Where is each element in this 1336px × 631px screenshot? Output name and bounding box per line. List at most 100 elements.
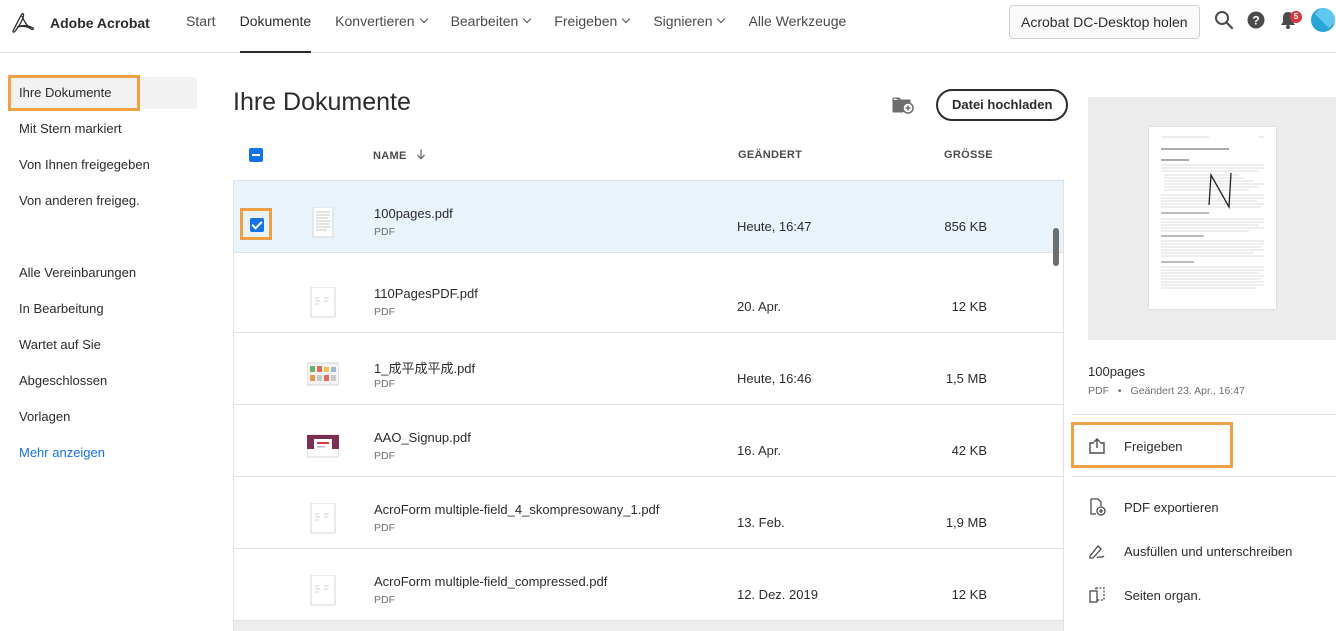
brand[interactable]: Adobe Acrobat <box>10 11 150 35</box>
scrollbar-thumb[interactable] <box>1053 228 1059 266</box>
sidebar-item-ihre-dokumente[interactable]: Ihre Dokumente <box>8 77 197 109</box>
sidebar-item-abgeschlossen[interactable]: Abgeschlossen <box>8 365 197 397</box>
nav-konvertieren[interactable]: Konvertieren <box>335 0 428 53</box>
preview-modified-label: Geändert <box>1130 385 1175 397</box>
nav-alle-werkzeuge[interactable]: Alle Werkzeuge <box>748 0 846 53</box>
file-size: 42 KB <box>951 443 987 458</box>
document-preview <box>1088 97 1336 340</box>
file-type: PDF <box>374 226 395 238</box>
file-size: 856 KB <box>944 219 987 234</box>
notification-badge: 5 <box>1290 11 1302 23</box>
pdf-thumbnail <box>310 503 336 534</box>
table-row[interactable]: AcroForm multiple-field_4_skompresowany_… <box>234 477 1063 549</box>
app-name: Adobe Acrobat <box>50 15 150 31</box>
documents-table: 100pages.pdf PDF Heute, 16:47 856 KB 110… <box>233 180 1064 631</box>
sidebar-item-wartet-auf-sie[interactable]: Wartet auf Sie <box>8 329 197 361</box>
action-organize-pages[interactable]: Seiten organ. <box>1088 583 1201 607</box>
file-size: 12 KB <box>951 587 987 602</box>
nav-label: Freigeben <box>554 13 618 29</box>
sidebar-item-in-bearbeitung[interactable]: In Bearbeitung <box>8 293 197 325</box>
preview-file-meta: PDF • Geändert 23. Apr., 16:47 <box>1088 385 1245 397</box>
row-checkbox[interactable] <box>250 218 264 232</box>
preview-page <box>1149 127 1276 309</box>
column-header-size[interactable]: GRÖSSE <box>944 149 993 161</box>
sidebar-item-mit-stern[interactable]: Mit Stern markiert <box>8 113 197 145</box>
sidebar-item-alle-vereinbarungen[interactable]: Alle Vereinbarungen <box>8 257 197 289</box>
table-row[interactable]: 110PagesPDF.pdf PDF 20. Apr. 12 KB <box>234 261 1063 333</box>
action-export-pdf[interactable]: PDF exportieren <box>1088 495 1219 519</box>
file-name[interactable]: AcroForm multiple-field_compressed.pdf <box>374 574 607 589</box>
get-desktop-button[interactable]: Acrobat DC-Desktop holen <box>1009 5 1200 39</box>
file-modified: Heute, 16:47 <box>737 219 812 234</box>
file-type: PDF <box>374 306 395 318</box>
sidebar: Ihre Dokumente Mit Stern markiert Von Ih… <box>0 53 210 631</box>
sidebar-item-vorlagen[interactable]: Vorlagen <box>8 401 197 433</box>
page-title: Ihre Dokumente <box>233 88 411 116</box>
nav-freigeben[interactable]: Freigeben <box>554 0 631 53</box>
file-size: 1,9 MB <box>945 515 987 530</box>
nav-label: Bearbeiten <box>450 13 519 29</box>
nav-dokumente[interactable]: Dokumente <box>239 0 312 53</box>
organize-pages-icon <box>1089 587 1105 603</box>
avatar[interactable] <box>1311 8 1335 32</box>
nav-label: Dokumente <box>239 13 312 29</box>
file-type: PDF <box>374 594 395 606</box>
nav-bearbeiten[interactable]: Bearbeiten <box>450 0 532 53</box>
action-fill-sign[interactable]: Ausfüllen und unterschreiben <box>1088 539 1292 563</box>
file-modified: 16. Apr. <box>737 443 782 458</box>
nav-label: Signieren <box>653 13 713 29</box>
sort-arrow-icon <box>416 149 425 160</box>
file-modified: Heute, 16:46 <box>737 371 812 386</box>
top-bar: Adobe Acrobat Start Dokumente Konvertier… <box>0 0 1336 53</box>
file-size: 1,5 MB <box>945 371 987 386</box>
table-row[interactable]: AcroForm multiple-field_compressed.pdf P… <box>234 549 1063 621</box>
select-all-checkbox[interactable] <box>249 148 263 162</box>
action-share[interactable]: Freigeben <box>1088 434 1183 458</box>
action-label: Freigeben <box>1124 438 1183 454</box>
new-folder-icon[interactable] <box>892 95 914 114</box>
action-label: Ausfüllen und unterschreiben <box>1124 543 1293 559</box>
pdf-thumbnail <box>312 207 334 238</box>
export-pdf-icon <box>1090 498 1106 516</box>
column-header-label: NAME <box>373 150 407 162</box>
nav-signieren[interactable]: Signieren <box>653 0 726 53</box>
acrobat-logo-icon <box>12 12 35 33</box>
file-modified: 13. Feb. <box>737 515 785 530</box>
sidebar-item-von-anderen-freigegeben[interactable]: Von anderen freigeg. <box>8 185 197 217</box>
action-label: Seiten organ. <box>1124 587 1202 603</box>
chevron-down-icon <box>622 14 631 24</box>
pdf-thumbnail <box>310 575 336 606</box>
column-header-name[interactable]: NAME <box>373 149 426 162</box>
column-header-modified[interactable]: GEÄNDERT <box>738 149 802 161</box>
file-name[interactable]: 110PagesPDF.pdf <box>374 286 478 301</box>
show-more-link[interactable]: Mehr anzeigen <box>8 437 197 469</box>
preview-file-type: PDF <box>1088 385 1109 397</box>
help-icon[interactable]: ? <box>1246 10 1266 30</box>
table-row[interactable]: 100pages.pdf PDF Heute, 16:47 856 KB <box>234 181 1063 253</box>
nav-start[interactable]: Start <box>186 0 216 53</box>
preview-modified-date: 23. Apr., 16:47 <box>1177 385 1245 397</box>
meta-separator: • <box>1117 385 1122 397</box>
pdf-thumbnail <box>307 362 339 386</box>
file-name[interactable]: AcroForm multiple-field_4_skompresowany_… <box>374 502 659 517</box>
table-row[interactable]: AAO_Signup.pdf PDF 16. Apr. 42 KB <box>234 405 1063 477</box>
file-modified: 20. Apr. <box>737 299 782 314</box>
divider <box>1072 414 1336 415</box>
pdf-thumbnail <box>307 434 339 458</box>
table-row[interactable]: 1_成平成平成.pdf PDF Heute, 16:46 1,5 MB <box>234 333 1063 405</box>
chevron-down-icon <box>523 14 532 24</box>
fill-sign-icon <box>1089 545 1105 559</box>
action-label: PDF exportieren <box>1124 499 1219 515</box>
preview-page-content <box>1161 136 1264 289</box>
search-icon[interactable] <box>1214 10 1234 30</box>
file-type: PDF <box>374 522 395 534</box>
file-name[interactable]: 1_成平成平成.pdf <box>374 358 475 377</box>
file-type: PDF <box>374 378 395 390</box>
chevron-down-icon <box>717 14 726 24</box>
file-name[interactable]: AAO_Signup.pdf <box>374 430 471 445</box>
nav-label: Alle Werkzeuge <box>748 13 847 29</box>
main-nav: Start Dokumente Konvertieren Bearbeiten … <box>186 0 870 53</box>
sidebar-item-von-ihnen-freigegeben[interactable]: Von Ihnen freigegeben <box>8 149 197 181</box>
upload-file-button[interactable]: Datei hochladen <box>936 89 1069 121</box>
file-name[interactable]: 100pages.pdf <box>374 206 453 221</box>
